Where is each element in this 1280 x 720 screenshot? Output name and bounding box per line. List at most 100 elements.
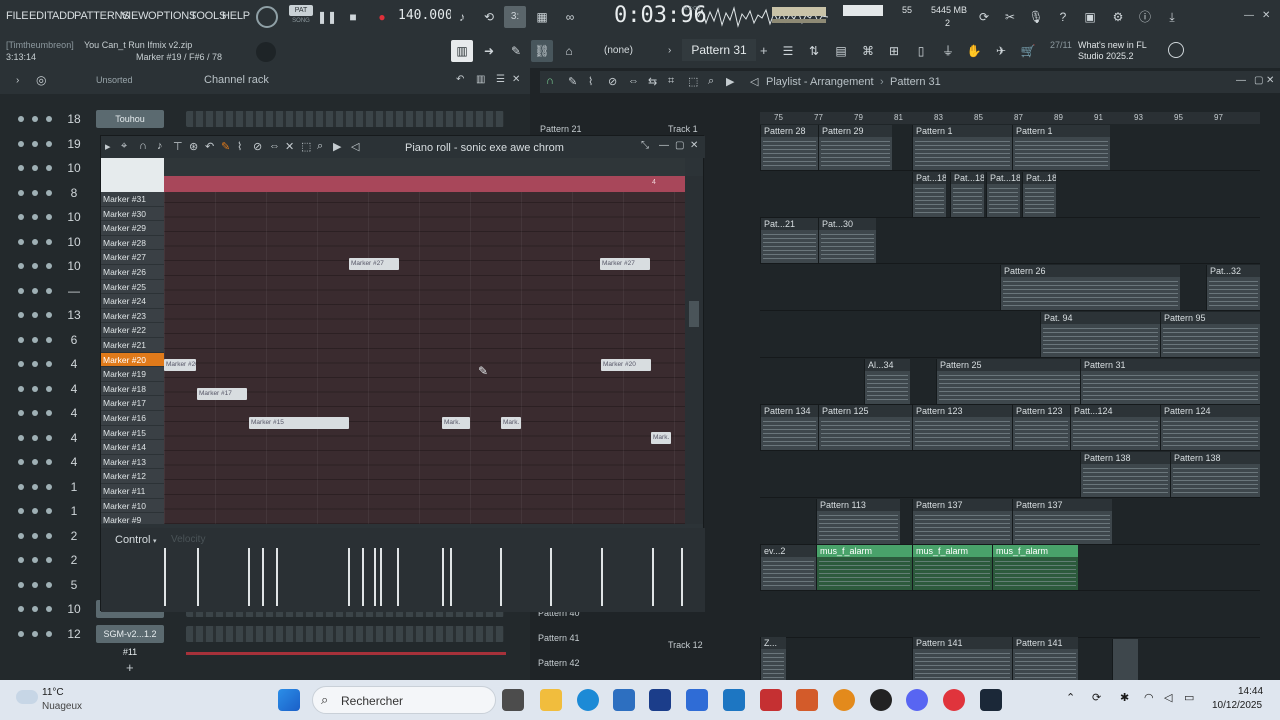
master-volume-knob[interactable] xyxy=(256,6,278,28)
arrow-icon[interactable]: ➜ xyxy=(478,40,500,62)
mixer-track-number[interactable]: 10 xyxy=(60,161,88,175)
playlist-close-icon[interactable]: ✕ xyxy=(1266,75,1274,86)
pattern-clip[interactable]: Pattern 141 xyxy=(1012,637,1078,683)
pan-knob-icon[interactable] xyxy=(32,606,38,612)
step-edit-button[interactable]: 3: xyxy=(504,6,526,28)
marker-key[interactable]: Marker #27 xyxy=(101,250,164,265)
velocity-bar[interactable] xyxy=(500,548,502,606)
discord-icon[interactable] xyxy=(906,689,928,711)
chevron-down-icon[interactable]: ▾ xyxy=(153,537,157,545)
mute-led-icon[interactable] xyxy=(18,140,24,147)
search-box[interactable]: ⌕ Rechercher xyxy=(312,686,496,714)
mixer-track-number[interactable]: 2 xyxy=(60,553,88,567)
brush-tool-icon[interactable]: ⌇ xyxy=(588,75,593,88)
snap-select[interactable]: (none) xyxy=(604,45,633,56)
pan-knob-icon[interactable] xyxy=(32,483,38,490)
recording-app-icon[interactable] xyxy=(870,689,892,711)
velocity-bar[interactable] xyxy=(248,548,250,606)
pattern-clip[interactable]: Pat...32 xyxy=(1206,265,1260,311)
volume-knob-icon[interactable] xyxy=(46,410,52,416)
pattern-clip[interactable]: Pattern 141 xyxy=(912,637,1012,683)
mute-icon[interactable]: ⇔ xyxy=(269,140,280,152)
pattern-clip[interactable]: Al...34 xyxy=(864,358,910,404)
mixer-track-number[interactable]: 5 xyxy=(60,578,88,592)
channel-rack-icon[interactable]: ▤ xyxy=(830,40,852,62)
record-button[interactable]: ● xyxy=(371,6,393,28)
microphone-icon[interactable]: 🎙 xyxy=(1025,6,1047,28)
battery-icon[interactable]: ▭ xyxy=(1184,691,1194,704)
mute-led-icon[interactable] xyxy=(18,557,24,563)
account-icon[interactable] xyxy=(1168,42,1184,58)
velocity-bar[interactable] xyxy=(681,548,683,606)
pattern-clip[interactable]: Pattern 28 xyxy=(760,125,818,170)
mixer-track-number[interactable]: 19 xyxy=(60,137,88,151)
speaker-icon[interactable]: ◁ xyxy=(750,75,758,88)
undo-icon[interactable]: ↶ xyxy=(205,140,214,153)
mute-led-icon[interactable] xyxy=(18,581,24,588)
playback-icon[interactable]: ▶ xyxy=(333,140,341,153)
shop-icon[interactable]: 🛒 xyxy=(1017,40,1039,62)
marker-key[interactable]: Marker #16 xyxy=(101,411,164,426)
volume-knob-icon[interactable] xyxy=(46,116,52,122)
delete-icon[interactable]: ⊘ xyxy=(253,140,262,153)
swing-knob-icon[interactable]: ◎ xyxy=(36,73,46,87)
mixer-track-number[interactable]: 1 xyxy=(60,480,88,494)
zoom-tool-icon[interactable]: ⌕ xyxy=(708,75,714,88)
note[interactable]: Marker #20 xyxy=(601,359,651,371)
piano-roll-maximize-icon[interactable]: ▢ xyxy=(675,140,684,151)
office-icon[interactable] xyxy=(796,689,818,711)
slice-tool-icon[interactable]: ⌗ xyxy=(668,75,674,88)
clock-time[interactable]: 14:44 xyxy=(1238,686,1263,697)
metronome-icon[interactable]: ♪ xyxy=(451,6,473,28)
weather-description[interactable]: Nuageux xyxy=(42,701,82,712)
mixer-track-number[interactable]: 4 xyxy=(60,431,88,445)
select-tool-icon[interactable]: ⬚ xyxy=(688,75,698,88)
pan-knob-icon[interactable] xyxy=(32,263,38,269)
note[interactable]: Marker #15 xyxy=(249,417,349,429)
fl-studio-icon[interactable] xyxy=(833,689,855,711)
tempo-display[interactable]: 140.000 xyxy=(398,8,453,23)
marker-key[interactable]: Marker #30 xyxy=(101,207,164,222)
marker-key[interactable]: Marker #29 xyxy=(101,221,164,236)
vertical-scrollbar[interactable] xyxy=(685,176,703,524)
volume-knob-icon[interactable] xyxy=(46,532,52,539)
mute-led-icon[interactable] xyxy=(18,336,24,343)
volume-knob-icon[interactable] xyxy=(46,238,52,245)
volume-knob-icon[interactable] xyxy=(46,483,52,490)
pattern-clip[interactable]: Pattern 123 xyxy=(912,405,1012,451)
mcafee-icon[interactable] xyxy=(760,689,782,711)
mixer-track-number[interactable]: 10 xyxy=(60,602,88,616)
pattern-clip[interactable]: Patt...124 xyxy=(1070,405,1160,451)
pattern-clip[interactable]: Pattern 31 xyxy=(1080,358,1260,404)
pattern-list-item[interactable]: Pattern 42 xyxy=(538,658,580,668)
pattern-clip[interactable]: Pattern 1 xyxy=(912,125,1012,170)
mixer-track-number[interactable]: 10 xyxy=(60,259,88,273)
menu-add[interactable]: ADD xyxy=(52,10,75,22)
note[interactable]: Marker #20 xyxy=(164,359,196,371)
mute-led-icon[interactable] xyxy=(18,165,24,171)
pattern-clip[interactable]: ev...2 xyxy=(760,545,816,591)
note-icon[interactable]: ♪ xyxy=(157,140,163,152)
pattern-clip[interactable]: Pattern 138 xyxy=(1170,451,1260,497)
refresh-tray-icon[interactable]: ⟳ xyxy=(1092,691,1101,704)
pan-knob-icon[interactable] xyxy=(32,189,38,196)
mute-led-icon[interactable] xyxy=(18,116,24,122)
settings-icon[interactable]: ⚙ xyxy=(1107,6,1129,28)
pan-knob-icon[interactable] xyxy=(32,214,38,220)
note[interactable]: Mark. xyxy=(501,417,521,429)
countdown-icon[interactable]: ⟲ xyxy=(478,6,500,28)
volume-knob-icon[interactable] xyxy=(46,385,52,392)
pan-knob-icon[interactable] xyxy=(32,336,38,343)
pause-button[interactable]: ❚❚ xyxy=(316,6,338,28)
add-pattern-icon[interactable]: + xyxy=(760,43,768,58)
pattern-clip[interactable]: Pat...18 xyxy=(986,171,1020,217)
marker-key[interactable]: Marker #17 xyxy=(101,396,164,411)
pattern-clip[interactable]: Pattern 134 xyxy=(760,405,818,451)
song-mode-label[interactable]: SONG xyxy=(289,18,313,24)
pattern-list-item[interactable]: Pattern 41 xyxy=(538,633,580,643)
brush-icon[interactable]: ✎ xyxy=(505,40,527,62)
mixer-icon[interactable]: ⇅ xyxy=(803,40,825,62)
magnet-icon[interactable]: ∩ xyxy=(139,140,147,152)
channel-rack-close-icon[interactable]: ✕ xyxy=(512,74,520,85)
pan-knob-icon[interactable] xyxy=(32,532,38,539)
